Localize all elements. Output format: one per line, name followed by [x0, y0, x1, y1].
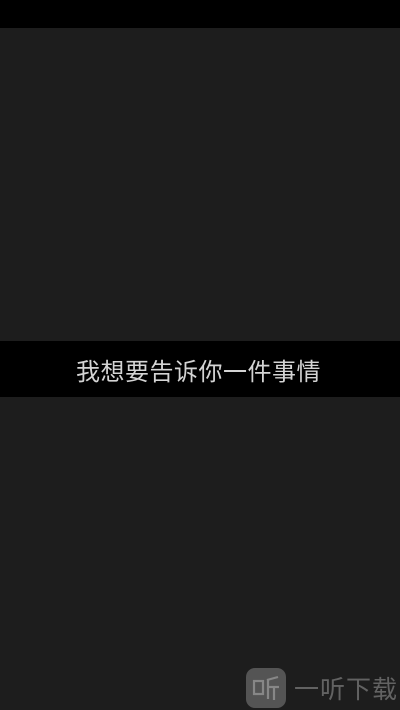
ear-listen-icon	[252, 675, 279, 700]
watermark-text: 一听下载	[293, 675, 398, 704]
video-frame-bottom-panel	[0, 397, 400, 710]
video-frame-top-panel	[0, 28, 400, 341]
watermark: 一听下载	[245, 668, 398, 708]
top-bar	[0, 0, 400, 28]
subtitle-band: 我想要告诉你一件事情	[0, 341, 400, 397]
watermark-logo-icon	[245, 668, 286, 708]
subtitle-text: 我想要告诉你一件事情	[76, 357, 321, 386]
